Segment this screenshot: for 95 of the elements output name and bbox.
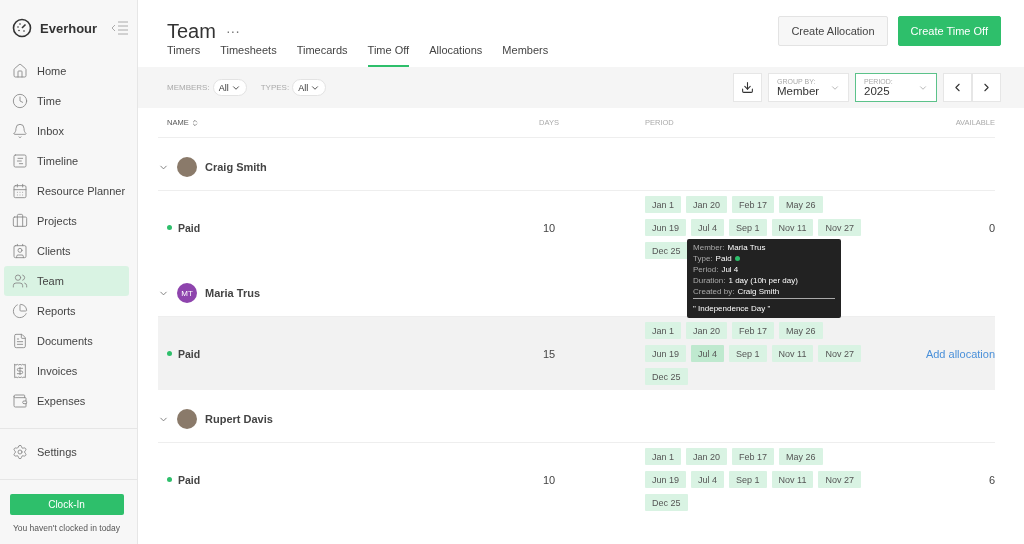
document-icon	[12, 333, 28, 349]
available-cell-text: 6	[987, 473, 995, 486]
wallet-icon	[12, 393, 28, 409]
date-chip[interactable]: Jul 4	[691, 345, 725, 362]
date-chip[interactable]: Jan 1	[645, 448, 682, 465]
date-chip[interactable]: Dec 25	[645, 494, 688, 511]
date-chip[interactable]: May 26	[779, 322, 823, 339]
nav-item[interactable]: Timeline	[4, 146, 129, 176]
date-chip[interactable]: Dec 25	[645, 368, 688, 385]
date-chip[interactable]: Jul 4	[691, 219, 725, 236]
date-chip[interactable]: Jun 19	[645, 471, 687, 488]
nav-item[interactable]: Expenses	[4, 386, 129, 416]
nav-item[interactable]: Time	[4, 86, 129, 116]
available-cell-text: 0	[987, 221, 995, 234]
date-chip[interactable]: Nov 11	[771, 345, 814, 362]
filter-dropdown[interactable]: All	[292, 79, 327, 96]
time-off-type: Paid	[167, 473, 507, 486]
tab[interactable]: Allocations	[429, 44, 483, 67]
tab[interactable]: Timecards	[296, 44, 348, 67]
date-chip[interactable]: Jul 4	[691, 471, 725, 488]
date-chip[interactable]: Jan 1	[645, 196, 682, 213]
days-cell-text: 10	[541, 473, 557, 486]
nav-item[interactable]: Home	[4, 56, 129, 86]
download-button[interactable]	[733, 73, 762, 102]
calendar-icon	[12, 183, 28, 199]
nav-item[interactable]: Resource Planner	[4, 176, 129, 206]
timeline-icon	[12, 153, 28, 169]
page-title: Team	[167, 19, 216, 43]
receipt-icon	[12, 363, 28, 379]
settings-item[interactable]: Settings	[4, 437, 129, 467]
previous-button[interactable]	[943, 73, 972, 102]
date-chip[interactable]: Feb 17	[732, 322, 775, 339]
status-dot	[167, 351, 172, 356]
time-off-type: Paid	[167, 221, 507, 234]
home-icon	[12, 63, 28, 79]
clock-icon	[12, 93, 28, 109]
status-dot	[167, 225, 172, 230]
time-off-type: Paid	[167, 347, 507, 360]
date-chip[interactable]: May 26	[779, 196, 823, 213]
date-chip[interactable]: Feb 17	[732, 448, 775, 465]
tab[interactable]: Members	[502, 44, 549, 67]
create-allocation-button[interactable]: Create Allocation	[778, 16, 888, 46]
next-button[interactable]	[972, 73, 1001, 102]
member-name: Craig Smith	[205, 161, 267, 173]
avatar-placeholder	[177, 409, 197, 429]
nav-item[interactable]: Reports	[4, 296, 129, 326]
date-chip[interactable]: Jan 20	[686, 448, 728, 465]
nav-item[interactable]: Projects	[4, 206, 129, 236]
date-chip[interactable]: Sep 1	[729, 219, 767, 236]
date-chip[interactable]: Sep 1	[729, 471, 767, 488]
date-chip[interactable]: Jun 19	[645, 219, 687, 236]
date-chip[interactable]: Jan 20	[686, 196, 728, 213]
briefcase-icon	[12, 213, 28, 229]
date-chip[interactable]: Nov 27	[818, 345, 861, 362]
people-icon	[12, 273, 28, 289]
nav-item[interactable]: Team	[4, 266, 129, 296]
download-icon	[741, 81, 754, 94]
tab[interactable]: Timers	[167, 44, 201, 67]
date-chip[interactable]: May 26	[779, 448, 823, 465]
bell-icon	[12, 123, 28, 139]
nav-item[interactable]: Inbox	[4, 116, 129, 146]
date-chip[interactable]: Jun 19	[645, 345, 687, 362]
date-chip[interactable]: Dec 25	[645, 242, 688, 259]
member-name: Rupert Davis	[205, 413, 273, 425]
date-chip[interactable]: Jan 1	[645, 322, 682, 339]
settings-icon	[12, 444, 28, 460]
logo-icon	[12, 18, 32, 38]
days-cell-text: 10	[541, 221, 557, 234]
sort-icon	[190, 118, 199, 127]
nav-item[interactable]: Invoices	[4, 356, 129, 386]
status-dot	[167, 477, 172, 482]
clock-status-text: You haven't clocked in today	[12, 523, 121, 533]
date-chip[interactable]: Nov 27	[818, 219, 861, 236]
date-chip[interactable]: Nov 11	[771, 219, 814, 236]
date-chip[interactable]: Nov 27	[818, 471, 861, 488]
date-chip[interactable]: Nov 11	[771, 471, 814, 488]
tooltip: Member: Maria Trus Type: Paid Period: Jul 4 Duration: 1 day (10h per day) Created by: Craig Smith " Independence Day "	[687, 239, 842, 318]
days-cell-text: 15	[541, 347, 557, 360]
avatar: MT	[177, 283, 197, 303]
collapse-menu-icon[interactable]	[109, 21, 129, 35]
filter-label: MEMBERS:	[167, 83, 210, 92]
more-button[interactable]: ···	[225, 23, 240, 39]
contact-card-icon	[12, 243, 28, 259]
date-chip[interactable]: Feb 17	[732, 196, 775, 213]
date-chip[interactable]: Jan 20	[686, 322, 728, 339]
nav-item[interactable]: Clients	[4, 236, 129, 266]
brand-name: Everhour	[40, 20, 99, 36]
member-name: Maria Trus	[205, 287, 261, 299]
nav-item[interactable]: Documents	[4, 326, 129, 356]
filter-dropdown[interactable]: All	[212, 79, 247, 96]
filter-label: TYPES:	[260, 83, 290, 92]
avatar-placeholder	[177, 157, 197, 177]
pie-chart-icon	[12, 303, 28, 319]
tab[interactable]: Timesheets	[220, 44, 277, 67]
date-chip[interactable]: Sep 1	[729, 345, 767, 362]
